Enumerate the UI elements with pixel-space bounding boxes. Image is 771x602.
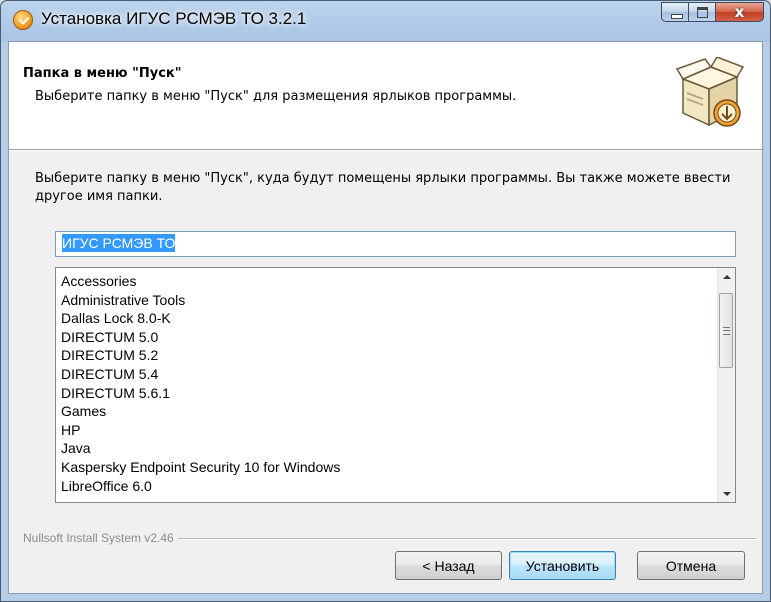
folder-list-item[interactable]: Accessories <box>61 272 701 291</box>
folder-list-item[interactable]: DIRECTUM 5.0 <box>61 328 701 347</box>
folder-list-item[interactable]: Java <box>61 439 701 458</box>
scroll-down-arrow-icon[interactable] <box>718 485 735 502</box>
folder-list-item[interactable]: DIRECTUM 5.4 <box>61 365 701 384</box>
minimize-button[interactable] <box>661 2 689 22</box>
folder-list-item[interactable]: DIRECTUM 5.2 <box>61 346 701 365</box>
folder-list-item[interactable]: LibreOffice 6.0 <box>61 477 701 496</box>
installer-window: Установка ИГУС РСМЭВ ТО 3.2.1 x Папка в … <box>0 0 771 602</box>
dialog-client-area: Папка в меню "Пуск" Выберите папку в мен… <box>8 41 763 594</box>
branding-text: Nullsoft Install System v2.46 <box>23 531 178 545</box>
cancel-button[interactable]: Отмена <box>637 551 745 580</box>
branding-separator: Nullsoft Install System v2.46 <box>9 531 762 545</box>
folder-list-item[interactable]: HP <box>61 421 701 440</box>
folder-list-item[interactable]: Games <box>61 402 701 421</box>
folder-list-items: Accessories Administrative Tools Dallas Lo… <box>61 272 701 495</box>
close-button[interactable]: x <box>716 2 764 22</box>
window-title: Установка ИГУС РСМЭВ ТО 3.2.1 <box>41 9 307 28</box>
page-header: Папка в меню "Пуск" Выберите папку в мен… <box>9 42 762 150</box>
folder-input-value: ИГУС РСМЭВ ТО <box>62 234 176 252</box>
folder-list-item[interactable]: Kaspersky Endpoint Security 10 for Windo… <box>61 458 701 477</box>
page-subtitle: Выберите папку в меню "Пуск" для размеще… <box>35 89 517 104</box>
back-button[interactable]: < Назад <box>395 551 502 580</box>
folder-list-item[interactable]: DIRECTUM 5.6.1 <box>61 384 701 403</box>
page-title: Папка в меню "Пуск" <box>23 66 182 81</box>
scroll-up-arrow-icon[interactable] <box>718 268 735 285</box>
header-divider <box>9 150 762 151</box>
install-box-icon <box>675 57 745 127</box>
caption-buttons: x <box>661 2 764 24</box>
folder-list-item[interactable]: Dallas Lock 8.0-K <box>61 309 701 328</box>
title-bar[interactable]: Установка ИГУС РСМЭВ ТО 3.2.1 x <box>1 1 770 41</box>
start-menu-folder-list[interactable]: Accessories Administrative Tools Dallas Lo… <box>55 267 736 503</box>
installer-app-icon <box>13 10 33 30</box>
instruction-text: Выберите папку в меню "Пуск", куда будут… <box>35 171 731 204</box>
start-menu-folder-input[interactable]: ИГУС РСМЭВ ТО <box>55 231 736 257</box>
list-scrollbar[interactable] <box>717 268 735 502</box>
maximize-button[interactable] <box>689 2 716 22</box>
scrollbar-thumb[interactable] <box>719 293 733 368</box>
install-button[interactable]: Установить <box>509 551 616 580</box>
folder-list-item[interactable]: Administrative Tools <box>61 291 701 310</box>
close-icon: x <box>734 3 745 21</box>
